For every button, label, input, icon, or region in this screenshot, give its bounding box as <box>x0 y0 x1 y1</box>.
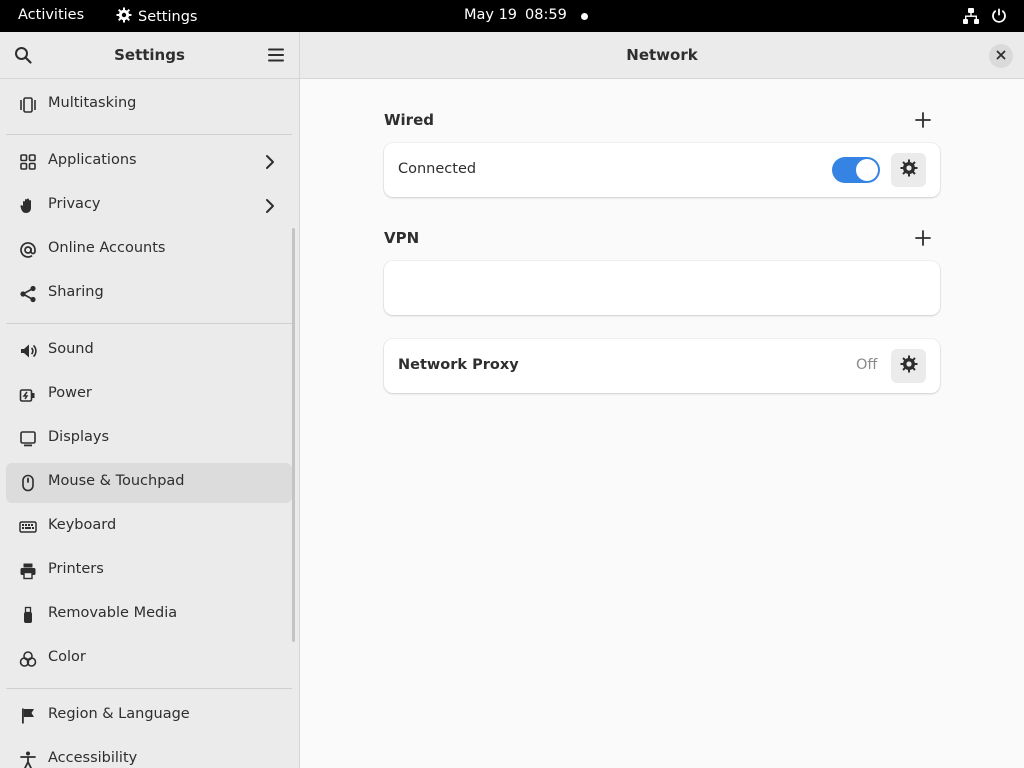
chevron-right-icon <box>264 154 276 174</box>
add-vpn-button[interactable] <box>912 227 934 249</box>
sidebar-separator <box>6 134 292 135</box>
vpn-list-empty <box>384 261 940 315</box>
at-sign-icon <box>19 241 37 259</box>
sidebar-item-label: Region & Language <box>48 706 190 722</box>
wired-settings-button[interactable] <box>891 153 926 187</box>
notification-dot <box>581 13 588 20</box>
clock[interactable]: May 19 08:59 <box>464 7 567 23</box>
wired-toggle-switch[interactable] <box>832 157 880 183</box>
sidebar-item-removable-media[interactable]: Removable Media <box>6 595 292 635</box>
activities-button[interactable]: Activities <box>18 7 84 23</box>
app-menu[interactable]: Settings <box>116 7 197 27</box>
plus-icon <box>912 112 934 135</box>
monitor-icon <box>19 430 37 448</box>
sidebar-item-label: Displays <box>48 429 110 445</box>
printer-icon <box>19 562 37 580</box>
sidebar-separator <box>6 688 292 689</box>
wired-section-title: Wired <box>384 111 434 129</box>
wired-status-label: Connected <box>398 161 477 177</box>
page-title: Network <box>626 46 698 64</box>
network-proxy-label: Network Proxy <box>398 357 519 373</box>
sidebar-item-privacy[interactable]: Privacy <box>6 186 292 226</box>
sidebar-item-label: Sound <box>48 341 94 357</box>
battery-icon <box>19 386 37 404</box>
usb-icon <box>19 606 37 624</box>
sidebar: Settings Multitasking Applications Priva… <box>0 32 300 768</box>
sidebar-item-label: Online Accounts <box>48 240 166 256</box>
sidebar-item-sharing[interactable]: Sharing <box>6 274 292 314</box>
chevron-right-icon <box>264 198 276 218</box>
time-text: 08:59 <box>525 7 567 23</box>
sidebar-item-label: Printers <box>48 561 104 577</box>
sidebar-header: Settings <box>0 32 299 79</box>
sidebar-item-printers[interactable]: Printers <box>6 551 292 591</box>
network-wired-icon[interactable] <box>962 7 980 29</box>
sidebar-item-applications[interactable]: Applications <box>6 142 292 182</box>
gear-icon <box>116 7 132 27</box>
network-proxy-row[interactable]: Network Proxy Off <box>384 339 940 393</box>
close-icon <box>996 48 1006 64</box>
hamburger-menu-icon[interactable] <box>267 47 285 67</box>
sidebar-item-online-accounts[interactable]: Online Accounts <box>6 230 292 270</box>
flag-icon <box>19 707 37 725</box>
sidebar-item-multitasking[interactable]: Multitasking <box>6 85 292 125</box>
sidebar-item-sound[interactable]: Sound <box>6 331 292 371</box>
accessibility-icon <box>19 751 37 768</box>
add-wired-button[interactable] <box>912 109 934 131</box>
sidebar-item-label: Removable Media <box>48 605 178 621</box>
sidebar-item-label: Mouse & Touchpad <box>48 473 185 489</box>
sidebar-item-displays[interactable]: Displays <box>6 419 292 459</box>
sidebar-scrollbar[interactable] <box>292 228 295 642</box>
sidebar-item-color[interactable]: Color <box>6 639 292 679</box>
power-icon[interactable] <box>990 7 1008 29</box>
date-text: May 19 <box>464 7 518 23</box>
app-name: Settings <box>138 9 198 25</box>
proxy-settings-button[interactable] <box>891 349 926 383</box>
toggle-knob <box>856 159 878 181</box>
main-panel: Network Wired Connected VPN Network Prox… <box>300 32 1024 768</box>
sidebar-item-label: Multitasking <box>48 95 137 111</box>
main-header: Network <box>300 32 1024 79</box>
speaker-icon <box>19 342 37 360</box>
wired-connection-row: Connected <box>384 143 940 197</box>
sidebar-item-label: Sharing <box>48 284 104 300</box>
sidebar-item-accessibility[interactable]: Accessibility <box>6 740 292 768</box>
plus-icon <box>912 230 934 253</box>
gear-icon <box>900 159 918 181</box>
keyboard-icon <box>19 518 37 536</box>
sidebar-item-label: Accessibility <box>48 750 138 766</box>
sidebar-item-label: Keyboard <box>48 517 117 533</box>
gear-icon <box>900 355 918 377</box>
sidebar-item-label: Color <box>48 649 86 665</box>
multitasking-icon <box>19 96 37 114</box>
top-bar: Activities Settings May 19 08:59 <box>0 0 1024 32</box>
close-button[interactable] <box>989 44 1013 68</box>
applications-icon <box>19 153 37 171</box>
proxy-status-text: Off <box>856 357 878 373</box>
color-icon <box>19 650 37 668</box>
sidebar-item-label: Power <box>48 385 92 401</box>
vpn-section-title: VPN <box>384 229 420 247</box>
hand-icon <box>19 197 37 215</box>
sidebar-item-power[interactable]: Power <box>6 375 292 415</box>
sidebar-item-mouse-touchpad[interactable]: Mouse & Touchpad <box>6 463 292 503</box>
sidebar-item-keyboard[interactable]: Keyboard <box>6 507 292 547</box>
sidebar-item-label: Applications <box>48 152 137 168</box>
share-icon <box>19 285 37 303</box>
sidebar-title: Settings <box>114 46 185 64</box>
sidebar-separator <box>6 323 292 324</box>
sidebar-item-label: Privacy <box>48 196 101 212</box>
mouse-icon <box>19 474 37 492</box>
sidebar-item-region-language[interactable]: Region & Language <box>6 696 292 736</box>
